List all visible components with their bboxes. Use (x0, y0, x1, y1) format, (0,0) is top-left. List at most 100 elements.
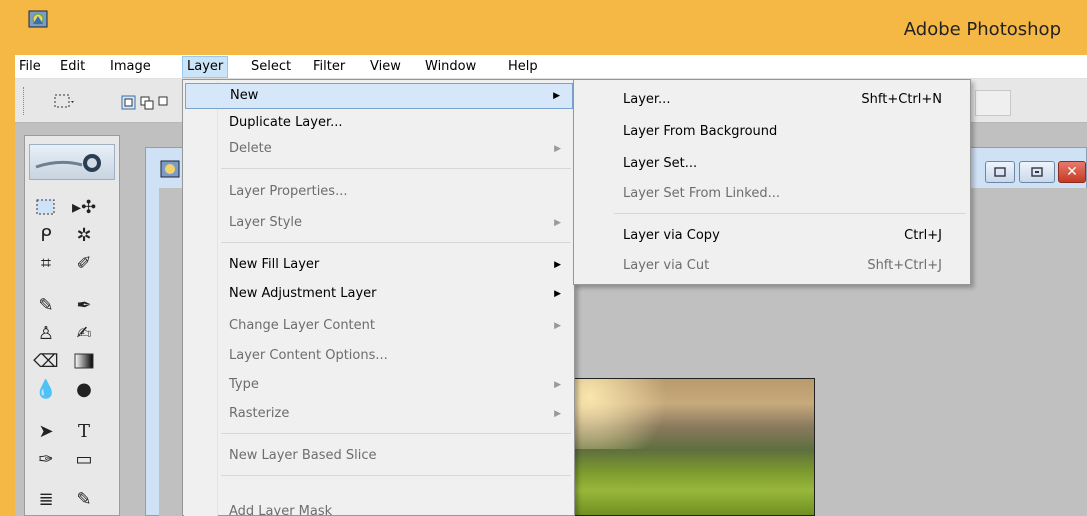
brush-tool-icon[interactable]: ✒ (69, 292, 99, 318)
submenu-item-label: Layer Set... (623, 156, 698, 171)
menu-item-label: New Adjustment Layer (229, 286, 377, 301)
blur-tool-icon[interactable]: 💧 (31, 376, 61, 402)
path-selection-tool-icon[interactable]: ➤ (31, 418, 61, 444)
photoshop-app-icon[interactable] (28, 10, 48, 28)
menu-item-new[interactable]: New ▶ (185, 83, 573, 109)
title-bar: Adobe Photoshop (0, 0, 1087, 55)
subtract-from-selection-icon[interactable] (157, 95, 171, 111)
menu-bar: File Edit Image Layer Select Filter View… (15, 55, 1087, 79)
menu-separator (221, 242, 571, 243)
submenu-arrow-icon: ▶ (553, 91, 560, 101)
menu-select[interactable]: Select (251, 58, 291, 76)
submenu-item-layer-from-background[interactable]: Layer From Background (576, 119, 968, 145)
menu-item-type: Type ▶ (185, 372, 573, 398)
menu-item-label: New Fill Layer (229, 257, 320, 272)
marquee-preset-icon[interactable] (53, 93, 75, 111)
shortcut-label: Shft+Ctrl+N (861, 92, 942, 107)
menu-item-change-layer-content: Change Layer Content ▶ (185, 313, 573, 339)
menu-item-new-adjustment-layer[interactable]: New Adjustment Layer ▶ (185, 281, 573, 307)
menu-item-label: New (230, 88, 259, 103)
layer-menu-dropdown: New ▶ Duplicate Layer... Delete ▶ Layer … (182, 79, 575, 516)
menu-item-rasterize: Rasterize ▶ (185, 401, 573, 427)
submenu-item-layer-via-copy[interactable]: Layer via Copy Ctrl+J (576, 223, 968, 249)
rectangular-marquee-tool-icon[interactable] (31, 194, 61, 220)
menu-item-label: Rasterize (229, 406, 290, 421)
healing-brush-tool-icon[interactable]: ✎ (31, 292, 61, 318)
restore-down-button[interactable] (1019, 161, 1055, 183)
menu-layer[interactable]: Layer (182, 56, 229, 78)
submenu-item-label: Layer via Cut (623, 258, 710, 273)
type-tool-icon[interactable]: T (69, 418, 99, 444)
menu-filter[interactable]: Filter (313, 58, 345, 76)
toolbox-logo[interactable] (29, 144, 115, 180)
menu-item-label: New Layer Based Slice (229, 448, 377, 463)
shortcut-label: Shft+Ctrl+J (867, 258, 942, 273)
crop-tool-icon[interactable]: ⌗ (31, 250, 61, 276)
menu-window[interactable]: Window (425, 58, 476, 76)
pen-tool-icon[interactable]: ✑ (31, 446, 61, 472)
menu-item-label: Duplicate Layer... (229, 115, 343, 130)
landscape-image[interactable] (565, 378, 815, 516)
clone-stamp-tool-icon[interactable]: ♙ (31, 320, 61, 346)
submenu-arrow-icon: ▶ (554, 218, 561, 228)
menu-item-new-layer-based-slice: New Layer Based Slice (185, 443, 573, 469)
menu-edit[interactable]: Edit (60, 58, 85, 76)
add-to-selection-icon[interactable] (139, 95, 155, 111)
submenu-arrow-icon: ▶ (554, 260, 561, 270)
shortcut-label: Ctrl+J (904, 228, 942, 243)
options-field[interactable] (975, 90, 1011, 116)
gradient-tool-icon[interactable] (69, 348, 99, 374)
menu-separator (221, 475, 571, 476)
submenu-arrow-icon: ▶ (554, 289, 561, 299)
submenu-item-layer[interactable]: Layer... Shft+Ctrl+N (576, 87, 968, 113)
new-selection-icon[interactable] (121, 95, 137, 111)
submenu-arrow-icon: ▶ (554, 321, 561, 331)
submenu-item-label: Layer Set From Linked... (623, 186, 781, 201)
menu-separator (221, 168, 571, 169)
menu-separator (614, 213, 966, 214)
restore-window-button[interactable] (985, 161, 1015, 183)
rectangle-tool-icon[interactable]: ▭ (69, 446, 99, 472)
menu-item-label: Layer Style (229, 215, 303, 230)
dodge-tool-icon[interactable]: ● (69, 376, 99, 402)
menu-item-label: Layer Content Options... (229, 348, 388, 363)
menu-item-delete: Delete ▶ (185, 136, 573, 162)
menu-item-label: Add Layer Mask (229, 504, 333, 516)
new-layer-submenu: Layer... Shft+Ctrl+N Layer From Backgrou… (573, 79, 971, 285)
submenu-arrow-icon: ▶ (554, 144, 561, 154)
lasso-tool-icon[interactable]: ᑭ (31, 222, 61, 248)
toolbox: ▸✣ ᑭ ✲ ⌗ ✐ ✎ ✒ ♙ ✍ ⌫ 💧 ● ➤ T ✑ ▭ ≣ ✎ (24, 135, 120, 516)
menu-item-label: Delete (229, 141, 272, 156)
document-icon[interactable] (160, 160, 180, 178)
slice-tool-icon[interactable]: ✐ (69, 250, 99, 276)
menu-item-label: Change Layer Content (229, 318, 375, 333)
menu-file[interactable]: File (19, 58, 41, 76)
submenu-item-layer-set[interactable]: Layer Set... (576, 151, 968, 177)
options-bar-grip[interactable] (23, 87, 27, 115)
notes-tool-icon[interactable]: ≣ (31, 486, 61, 512)
menu-item-layer-content-options: Layer Content Options... (185, 343, 573, 369)
submenu-item-label: Layer... (623, 92, 671, 107)
menu-image[interactable]: Image (110, 58, 151, 76)
menu-item-label: Type (229, 377, 259, 392)
window-title: Adobe Photoshop (903, 19, 1061, 40)
window-frame-left (0, 0, 15, 516)
move-tool-icon[interactable]: ▸✣ (69, 194, 99, 220)
magic-wand-tool-icon[interactable]: ✲ (69, 222, 99, 248)
menu-help[interactable]: Help (508, 58, 538, 76)
submenu-item-layer-set-from-linked: Layer Set From Linked... (576, 181, 968, 207)
history-brush-tool-icon[interactable]: ✍ (69, 320, 99, 346)
menu-separator (221, 433, 571, 434)
menu-item-add-layer-mask: Add Layer Mask (185, 499, 573, 516)
submenu-item-layer-via-cut: Layer via Cut Shft+Ctrl+J (576, 253, 968, 279)
eraser-tool-icon[interactable]: ⌫ (31, 348, 61, 374)
submenu-item-label: Layer From Background (623, 124, 778, 139)
menu-item-new-fill-layer[interactable]: New Fill Layer ▶ (185, 252, 573, 278)
menu-item-layer-properties: Layer Properties... (185, 179, 573, 205)
close-window-button[interactable]: ✕ (1058, 161, 1086, 183)
menu-view[interactable]: View (370, 58, 401, 76)
submenu-item-label: Layer via Copy (623, 228, 720, 243)
menu-item-duplicate-layer[interactable]: Duplicate Layer... (185, 110, 573, 136)
submenu-arrow-icon: ▶ (554, 380, 561, 390)
eyedropper-tool-icon[interactable]: ✎ (69, 486, 99, 512)
